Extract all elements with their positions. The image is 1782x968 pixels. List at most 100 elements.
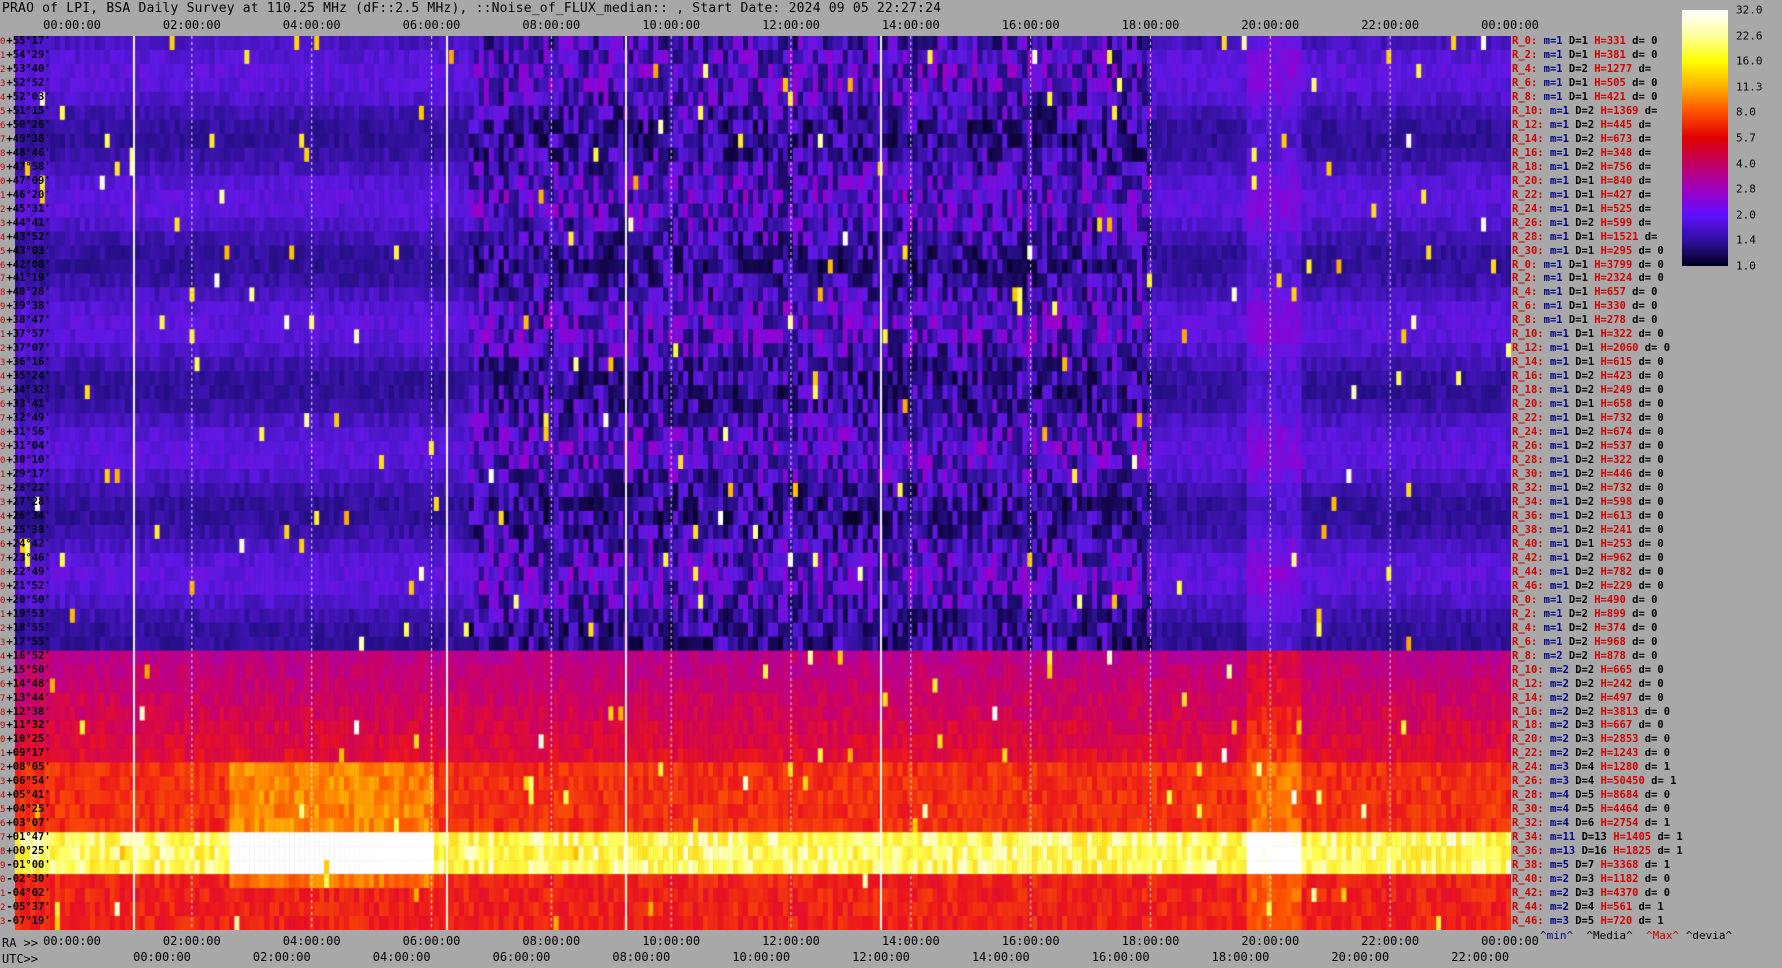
stat-d: D=1 bbox=[1575, 398, 1595, 411]
stat-m: m=1 bbox=[1543, 76, 1563, 89]
row-index: 9 bbox=[0, 162, 6, 173]
declination-label: 0+47°09' bbox=[0, 175, 51, 188]
declination-value: +10°25' bbox=[6, 733, 51, 746]
declination-value: +27°28' bbox=[6, 495, 51, 508]
stat-row: R_6: m=1 D=1 H=330 d= 0 bbox=[1512, 301, 1664, 312]
stat-dv: d= bbox=[1638, 216, 1652, 229]
row-index: 2 bbox=[0, 763, 6, 774]
declination-value: +35°24' bbox=[6, 370, 51, 383]
declination-label: 4+26°34' bbox=[0, 510, 51, 523]
declination-label: 8+40°28' bbox=[0, 287, 51, 299]
stat-r: R_42: bbox=[1512, 551, 1544, 564]
stat-row: R_2: m=1 D=2 H=899 d= 0 bbox=[1512, 607, 1664, 620]
declination-value: +45°31' bbox=[6, 202, 51, 215]
stat-r: R_46: bbox=[1512, 915, 1544, 928]
declination-value: +22°49' bbox=[6, 565, 51, 578]
declination-value: +34°32' bbox=[6, 384, 51, 397]
stat-dv: d= bbox=[1638, 118, 1652, 131]
stat-r: R_38: bbox=[1512, 523, 1544, 536]
stat-m: m=1 bbox=[1543, 35, 1563, 47]
stat-dv: d= 0 bbox=[1644, 887, 1671, 900]
row-stats-panel: R_0: m=1 D=1 H=331 d= 0 R_2: m=1 D=1 H=3… bbox=[1512, 35, 1683, 930]
declination-label: 1+37°57' bbox=[0, 329, 51, 341]
stat-row: R_24: m=3 D=4 H=1280 d= 1 bbox=[1512, 762, 1676, 773]
declination-value: +19°53' bbox=[6, 607, 51, 620]
stat-row: R_16: m=1 D=2 H=348 d= bbox=[1512, 147, 1657, 159]
stat-row: R_26: m=1 D=2 H=537 d= 0 bbox=[1512, 441, 1670, 452]
declination-label: 9+31°04' bbox=[0, 441, 51, 453]
declination-label: 1-04°02' bbox=[0, 888, 51, 900]
stat-r: R_14: bbox=[1512, 691, 1544, 704]
stat-h: H=229 bbox=[1600, 579, 1633, 592]
declination-value: +09°17' bbox=[6, 747, 51, 760]
top-axis-tick-0: 00:00:00 bbox=[43, 18, 101, 32]
declination-label: 5+34°32' bbox=[0, 385, 51, 397]
declination-value: +46°20' bbox=[6, 188, 51, 201]
row-index: 1 bbox=[0, 889, 6, 900]
row-index: 5 bbox=[0, 386, 6, 397]
stat-h: H=732 bbox=[1600, 412, 1633, 425]
declination-label: 7+41°19' bbox=[0, 273, 51, 285]
stat-dv: d= 0 bbox=[1632, 635, 1658, 648]
stat-m: m=2 bbox=[1549, 873, 1569, 886]
stat-d: D=1 bbox=[1575, 188, 1595, 201]
stat-row: R_0: m=1 D=2 H=490 d= 0 bbox=[1512, 593, 1664, 606]
stat-m: m=1 bbox=[1549, 551, 1569, 564]
stat-m: m=2 bbox=[1549, 705, 1569, 718]
stat-h: H=446 bbox=[1600, 468, 1633, 481]
stat-row: R_8: m=1 D=1 H=278 d= 0 bbox=[1512, 315, 1664, 326]
stat-r: R_14: bbox=[1512, 132, 1544, 145]
stats-legend: ^min^ ^Media^ ^Max^ ^devia^ bbox=[1540, 929, 1732, 942]
stat-dv: d= 0 bbox=[1638, 272, 1664, 285]
top-axis-tick-8: 16:00:00 bbox=[1001, 18, 1060, 32]
stat-h: H=1405 bbox=[1613, 831, 1652, 844]
stat-dv: d= 0 bbox=[1632, 593, 1658, 606]
stat-dv: d= 0 bbox=[1644, 873, 1671, 886]
declination-label: 3+44°41' bbox=[0, 217, 51, 230]
spectrogram-heatmap bbox=[15, 36, 1511, 930]
stat-row: R_16: m=2 D=2 H=3813 d= 0 bbox=[1512, 705, 1676, 718]
declination-label: 1+54°29' bbox=[0, 49, 51, 62]
colorbar-tick: 4.0 bbox=[1736, 157, 1756, 171]
stat-r: R_0: bbox=[1512, 258, 1538, 271]
stat-row: R_16: m=1 D=2 H=423 d= 0 bbox=[1512, 371, 1670, 382]
stat-dv: d= 0 bbox=[1632, 607, 1658, 620]
stat-d: D=1 bbox=[1575, 412, 1595, 425]
stat-dv: d= 0 bbox=[1644, 733, 1671, 746]
stat-h: H=561 bbox=[1600, 901, 1633, 914]
declination-label: 8+31°56' bbox=[0, 427, 51, 439]
stat-dv: d= 1 bbox=[1644, 761, 1671, 774]
stat-h: H=241 bbox=[1600, 523, 1633, 536]
stat-h: H=322 bbox=[1600, 454, 1633, 467]
declination-label: 5+51°15' bbox=[0, 105, 51, 118]
declination-label: 3-07°19' bbox=[0, 916, 51, 928]
declination-label: 6+33°41' bbox=[0, 399, 51, 411]
row-index: 5 bbox=[0, 665, 6, 676]
stat-row: R_30: m=1 D=2 H=446 d= 0 bbox=[1512, 469, 1670, 480]
stat-row: R_30: m=1 D=1 H=295 d= 0 bbox=[1512, 245, 1670, 257]
stat-m: m=1 bbox=[1549, 188, 1569, 201]
stat-row: R_38: m=5 D=7 H=3368 d= 1 bbox=[1512, 860, 1676, 871]
row-index: 9 bbox=[0, 861, 6, 872]
declination-value: +04°25' bbox=[6, 803, 51, 816]
declination-label: 5+04°25' bbox=[0, 804, 51, 816]
stat-m: m=2 bbox=[1549, 719, 1569, 732]
utc-axis-tick-6: 12:00:00 bbox=[852, 950, 910, 964]
stat-r: R_12: bbox=[1512, 677, 1544, 690]
stat-r: R_38: bbox=[1512, 859, 1544, 872]
stat-dv: d= 0 bbox=[1644, 789, 1671, 802]
row-index: 0 bbox=[0, 316, 6, 327]
stat-h: H=242 bbox=[1600, 677, 1633, 690]
declination-label: 0-02°30' bbox=[0, 874, 51, 886]
stat-d: D=5 bbox=[1575, 789, 1595, 802]
stat-h: H=665 bbox=[1600, 663, 1633, 676]
stat-row: R_32: m=1 D=2 H=732 d= 0 bbox=[1512, 483, 1670, 494]
declination-value: +05°41' bbox=[6, 789, 51, 802]
declination-label: 8+48°46' bbox=[0, 147, 51, 160]
declination-label: 0+30°10' bbox=[0, 455, 51, 467]
top-axis-tick-6: 12:00:00 bbox=[762, 18, 820, 32]
stat-m: m=1 bbox=[1549, 468, 1569, 481]
row-index: 2 bbox=[0, 64, 6, 75]
declination-label: 2+08°05' bbox=[0, 762, 51, 774]
stat-row: R_38: m=1 D=2 H=241 d= 0 bbox=[1512, 523, 1670, 536]
